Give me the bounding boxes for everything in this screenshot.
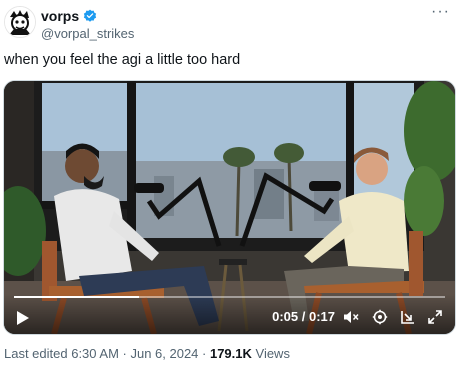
mute-icon[interactable]	[343, 309, 359, 325]
video-time: 0:05 / 0:17	[272, 309, 335, 324]
video-progress-fill	[14, 296, 139, 298]
more-options-icon[interactable]: ···	[431, 3, 450, 21]
views-count: 179.1K	[209, 346, 252, 361]
fullscreen-icon[interactable]	[427, 309, 443, 325]
tweet-metadata: Last edited 6:30 AM · Jun 6, 2024 · 179.…	[4, 346, 290, 361]
video-progress-bar[interactable]	[14, 296, 445, 298]
video-controls: 0:05 / 0:17	[4, 294, 455, 334]
author-handle[interactable]: @vorpal_strikes	[41, 26, 134, 41]
author-name-row: vorps	[41, 8, 97, 24]
play-icon[interactable]	[16, 310, 30, 326]
settings-icon[interactable]	[372, 309, 388, 325]
views-label: Views	[251, 346, 290, 361]
video-player[interactable]: 0:05 / 0:17	[3, 80, 456, 335]
avatar-drawing-icon	[5, 7, 35, 37]
edited-timestamp[interactable]: Last edited 6:30 AM · Jun 6, 2024 ·	[4, 346, 210, 361]
verified-badge-icon	[83, 9, 97, 23]
tweet-text: when you feel the agi a little too hard	[4, 52, 241, 68]
popout-icon[interactable]	[400, 309, 416, 325]
display-name[interactable]: vorps	[41, 8, 79, 24]
avatar[interactable]	[4, 6, 36, 38]
